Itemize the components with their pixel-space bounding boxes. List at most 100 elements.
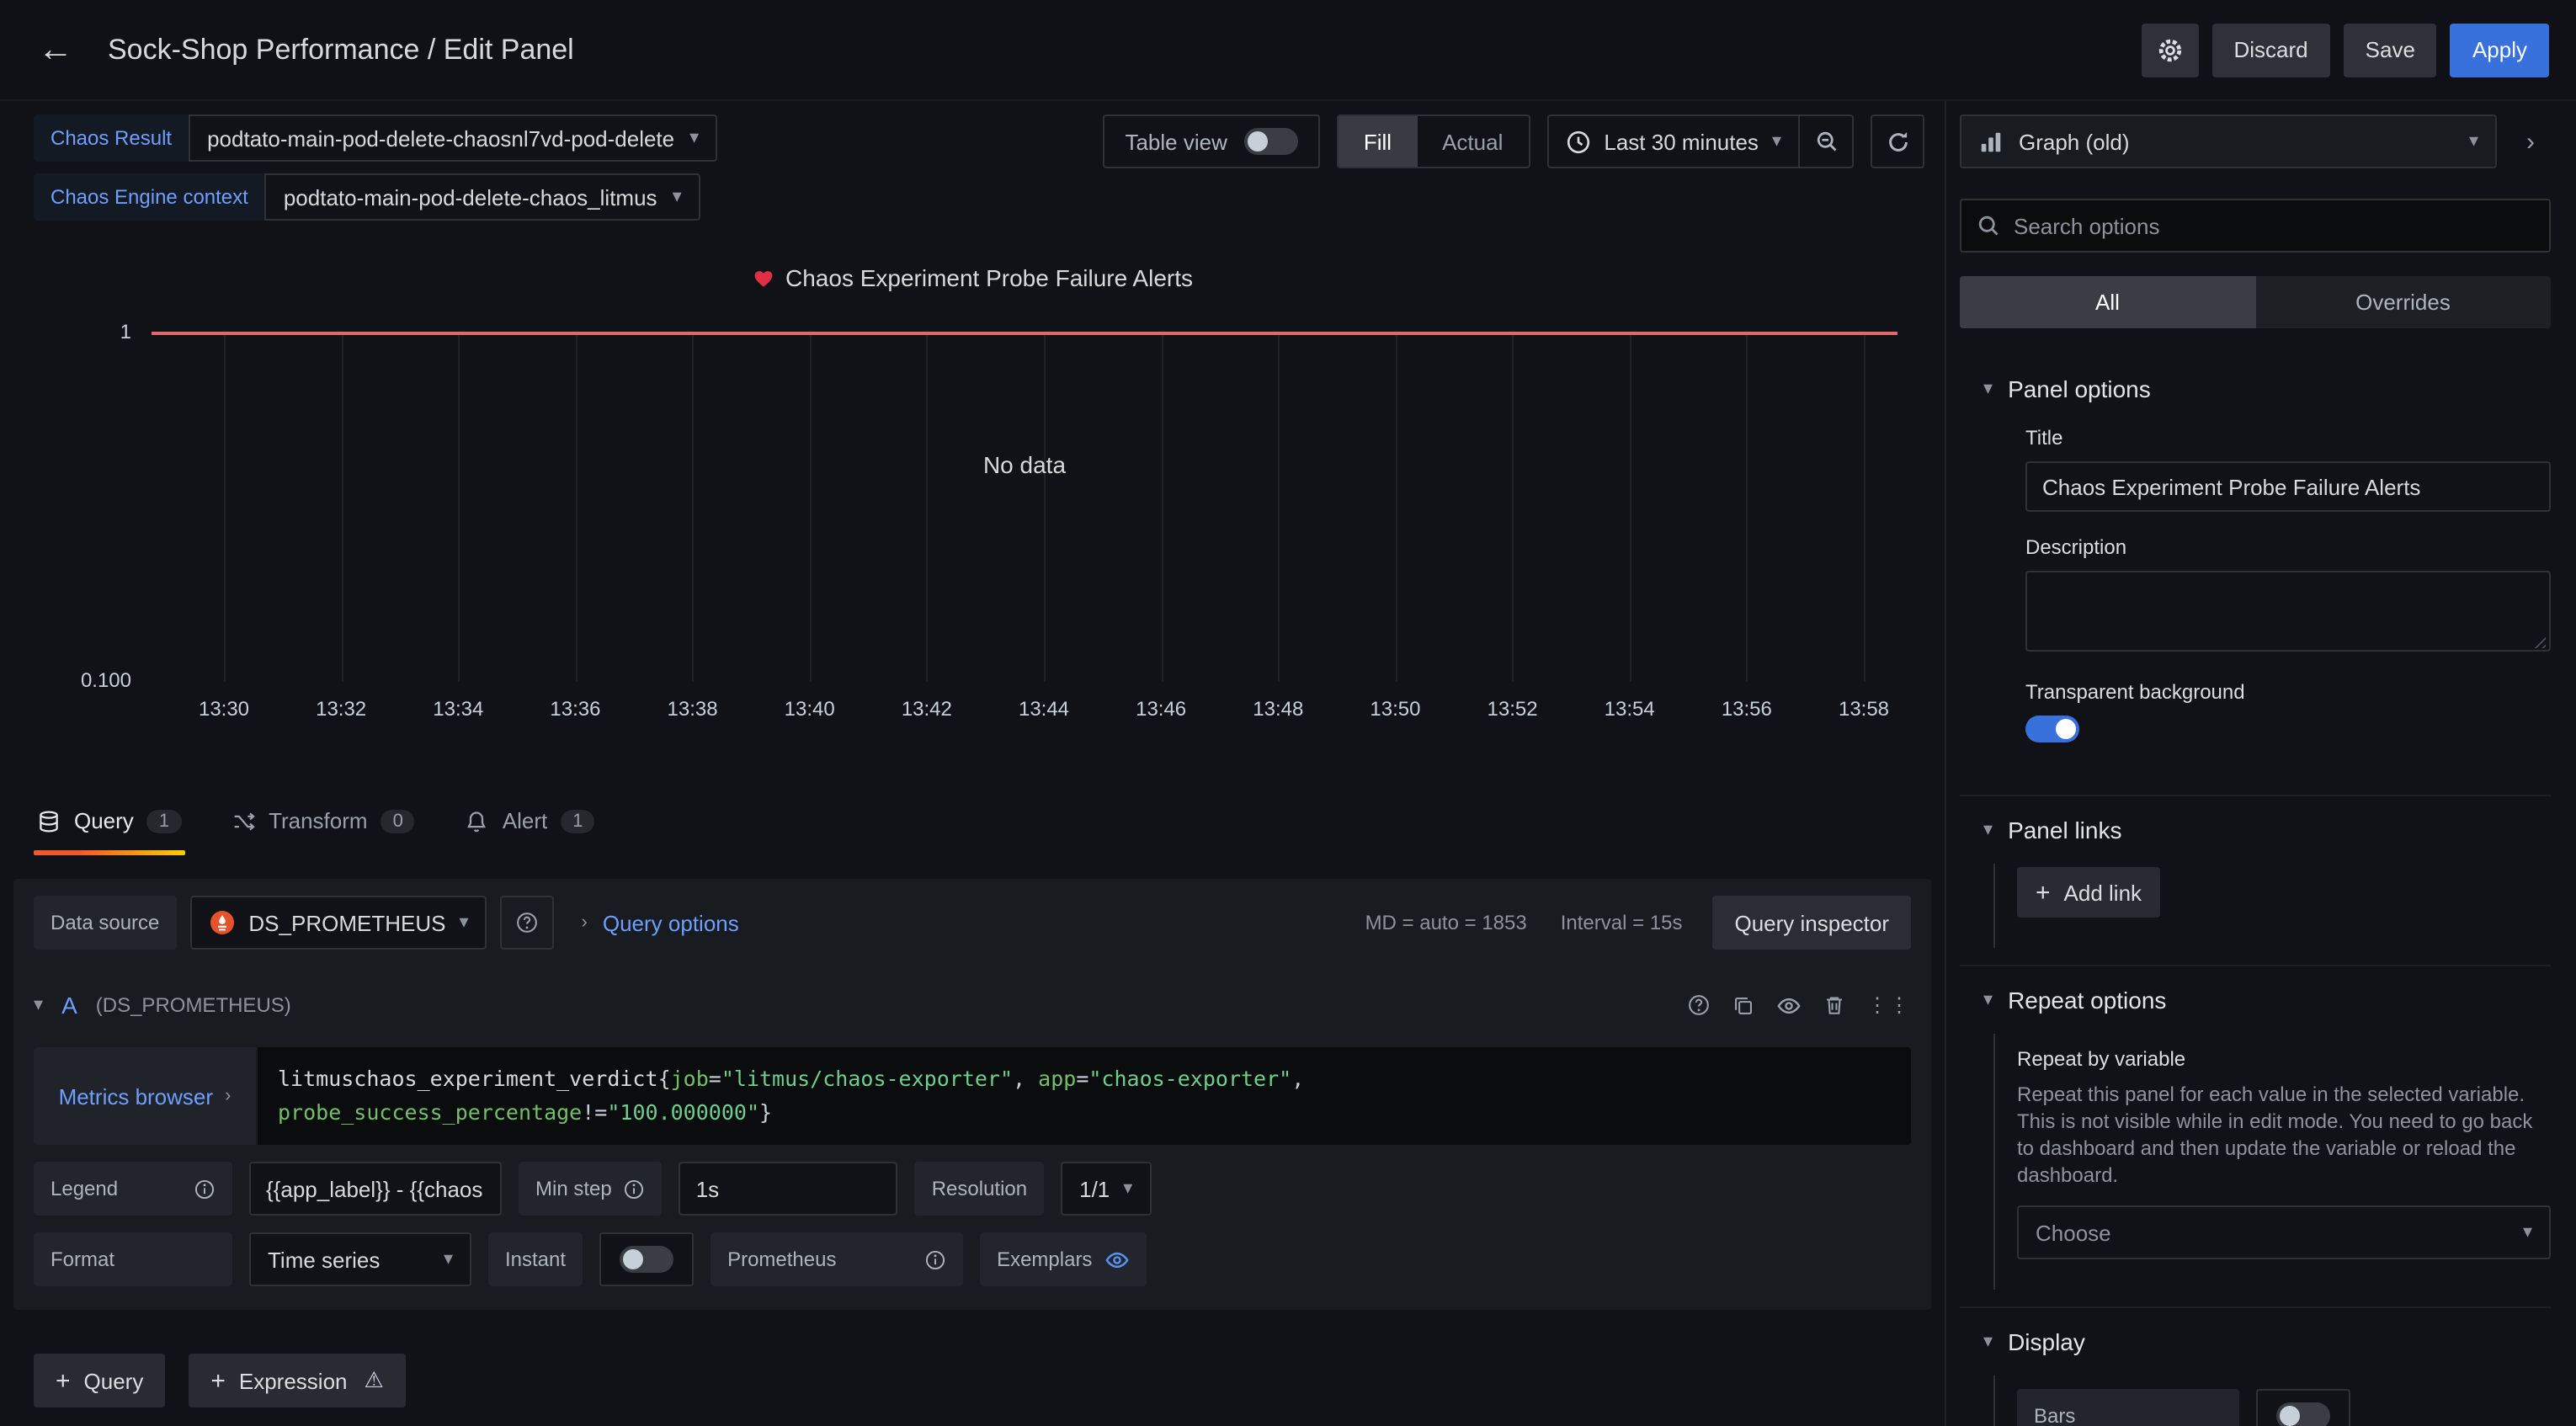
query-options-label: Query options [603, 910, 739, 935]
tab-label: Alert [503, 808, 547, 833]
exemplars-eye-icon[interactable] [1104, 1247, 1129, 1272]
chevron-down-icon: ▾ [459, 913, 468, 932]
x-tick-label: 13:42 [902, 697, 952, 721]
collapse-options-pane-button[interactable]: › [2510, 114, 2551, 168]
min-step-input[interactable] [679, 1162, 898, 1216]
title-field-label: Title [2025, 426, 2551, 450]
x-tick-label: 13:44 [1019, 697, 1069, 721]
panel-settings-button[interactable] [2142, 23, 2199, 77]
tab-count-badge: 0 [381, 809, 415, 833]
panel-description-input[interactable] [2025, 571, 2551, 652]
transparent-background-toggle[interactable] [2025, 716, 2079, 742]
panel-links-header[interactable]: ▾ Panel links [1983, 796, 2551, 864]
instant-toggle[interactable] [620, 1246, 673, 1273]
bars-toggle-box [2256, 1389, 2350, 1426]
chevron-down-icon: ▾ [1983, 1333, 1993, 1351]
datasource-picker[interactable]: DS_PROMETHEUS ▾ [189, 896, 487, 950]
delete-query-button[interactable] [1823, 993, 1845, 1017]
panel-options-header[interactable]: ▾ Panel options [1983, 355, 2551, 423]
resolution-select[interactable]: 1/1 ▾ [1061, 1162, 1151, 1216]
repeat-options-body: Repeat by variable Repeat this panel for… [1993, 1034, 2551, 1290]
options-sidebar: Graph (old) ▾ › All Overrides [1946, 101, 2576, 1426]
metrics-browser-button[interactable]: Metrics browser › [34, 1047, 256, 1145]
zoom-out-button[interactable] [1800, 114, 1854, 168]
gridline [1161, 332, 1163, 682]
save-button[interactable]: Save [2344, 23, 2437, 77]
drag-handle[interactable]: ⋮⋮ [1867, 993, 1911, 1017]
info-circle-icon [924, 1248, 946, 1270]
visualization-picker[interactable]: Graph (old) ▾ [1960, 114, 2497, 168]
y-tick-label: 1 [120, 320, 131, 343]
time-controls: Last 30 minutes ▾ [1546, 114, 1854, 168]
repeat-options-header[interactable]: ▾ Repeat options [1983, 966, 2551, 1034]
x-tick-label: 13:34 [433, 697, 483, 721]
query-ref-id[interactable]: A [61, 992, 77, 1019]
back-button[interactable]: ← [27, 21, 84, 78]
chevron-right-icon: › [582, 913, 588, 932]
back-arrow-icon: ← [38, 29, 73, 70]
x-tick-label: 13:36 [550, 697, 600, 721]
x-tick-label: 13:50 [1370, 697, 1420, 721]
tab-query[interactable]: Query 1 [34, 786, 184, 855]
datasource-label: Data source [34, 896, 176, 950]
format-select[interactable]: Time series ▾ [249, 1232, 471, 1286]
tab-alert[interactable]: Alert 1 [462, 786, 599, 855]
gridline [810, 332, 812, 682]
section-repeat-options: ▾ Repeat options Repeat by variable Repe… [1960, 965, 2551, 1290]
section-heading: Panel links [2008, 817, 2121, 843]
legend-input[interactable] [249, 1162, 502, 1216]
gridline [1513, 332, 1514, 682]
gridline [1864, 332, 1865, 682]
min-step-label-text: Min step [535, 1177, 612, 1200]
chevron-down-icon: ▾ [1772, 132, 1781, 151]
chevron-down-icon: ▾ [444, 1250, 453, 1269]
query-options-toggle[interactable]: › Query options [582, 910, 739, 935]
section-panel-links: ▾ Panel links + Add link [1960, 795, 2551, 948]
x-tick-label: 13:30 [199, 697, 249, 721]
panel-title-input[interactable] [2025, 461, 2551, 512]
display-header[interactable]: ▾ Display [1983, 1308, 2551, 1375]
x-tick-label: 13:32 [316, 697, 366, 721]
discard-button[interactable]: Discard [2212, 23, 2330, 77]
variable-value-dropdown[interactable]: podtato-main-pod-delete-chaos_litmus ▾ [265, 173, 700, 221]
x-tick-label: 13:46 [1136, 697, 1186, 721]
repeat-variable-select[interactable]: Choose ▾ [2017, 1205, 2551, 1259]
table-view-toggle[interactable] [1244, 128, 1298, 155]
repeat-variable-placeholder: Choose [2036, 1220, 2111, 1245]
duplicate-query-button[interactable] [1732, 994, 1754, 1016]
chevron-down-icon: ▾ [673, 188, 682, 206]
refresh-button[interactable] [1871, 114, 1924, 168]
time-range-picker[interactable]: Last 30 minutes ▾ [1546, 114, 1800, 168]
add-link-button[interactable]: + Add link [2017, 867, 2160, 918]
apply-button[interactable]: Apply [2451, 23, 2549, 77]
tab-transform[interactable]: Transform 0 [228, 786, 418, 855]
database-icon [37, 809, 61, 833]
actual-option[interactable]: Actual [1417, 116, 1528, 167]
repeat-by-variable-label: Repeat by variable [2017, 1047, 2551, 1071]
bars-toggle[interactable] [2276, 1402, 2330, 1426]
refresh-icon [1885, 129, 1910, 154]
datasource-help-button[interactable] [501, 896, 555, 950]
collapse-row-icon[interactable]: ▾ [34, 996, 43, 1014]
query-help-button[interactable] [1687, 993, 1711, 1017]
query-inspector-button[interactable]: Query inspector [1712, 896, 1911, 950]
gridline [1395, 332, 1397, 682]
section-display: ▾ Display Bars [1960, 1306, 2551, 1426]
gridline [693, 332, 695, 682]
add-expression-button[interactable]: + Expression ⚠ [189, 1354, 405, 1407]
variable-value: podtato-main-pod-delete-chaosnl7vd-pod-d… [207, 125, 674, 151]
add-query-button[interactable]: + Query [34, 1354, 165, 1407]
variable-value-dropdown[interactable]: podtato-main-pod-delete-chaosnl7vd-pod-d… [189, 114, 717, 162]
x-axis-ticks: 13:3013:3213:3413:3613:3813:4013:4213:44… [152, 682, 1897, 726]
query-expression[interactable]: litmuschaos_experiment_verdict{job="litm… [258, 1047, 1911, 1145]
query-expression-row: Metrics browser › litmuschaos_experiment… [34, 1047, 1911, 1145]
exemplars-control[interactable]: Exemplars [980, 1232, 1146, 1286]
fill-option[interactable]: Fill [1339, 116, 1417, 167]
section-heading: Display [2008, 1328, 2085, 1355]
min-step-label: Min step [519, 1162, 663, 1216]
disable-query-eye-button[interactable] [1776, 992, 1802, 1018]
legend-label: Legend [34, 1162, 232, 1216]
tab-all[interactable]: All [1960, 276, 2255, 328]
options-search-input[interactable] [2014, 213, 2534, 238]
tab-overrides[interactable]: Overrides [2255, 276, 2551, 328]
